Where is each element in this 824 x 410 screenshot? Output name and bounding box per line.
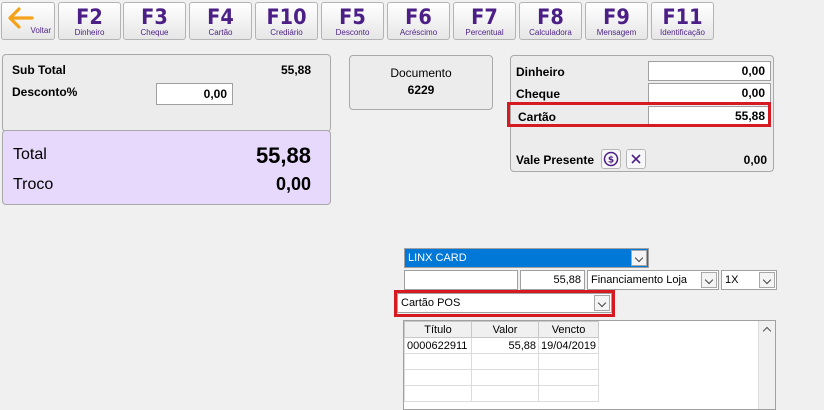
f4-cartao-button[interactable]: F4 Cartão <box>189 2 252 40</box>
card-amount-field[interactable]: 55,88 <box>520 270 585 290</box>
toolbar: Voltar F2 Dinheiro F3 Cheque F4 Cartão F… <box>0 0 824 42</box>
card-operator-select[interactable]: LINX CARD <box>404 248 649 268</box>
back-label: Voltar <box>30 26 51 35</box>
close-icon <box>631 154 641 164</box>
cash-field[interactable]: 0,00 <box>648 61 771 81</box>
table-row <box>404 353 762 370</box>
change-label: Troco <box>13 176 54 193</box>
document-panel: Documento 6229 <box>349 55 493 110</box>
grid-header-valor[interactable]: Valor <box>471 321 539 338</box>
cash-label: Dinheiro <box>516 65 565 79</box>
f9-mensagem-button[interactable]: F9 Mensagem <box>585 2 648 40</box>
chevron-down-icon[interactable] <box>701 272 717 288</box>
f6-acrescimo-button[interactable]: F6 Acréscimo <box>387 2 450 40</box>
back-button[interactable]: Voltar <box>1 2 55 40</box>
grid-header-titulo[interactable]: Título <box>404 321 472 338</box>
grid-header-vencto[interactable]: Vencto <box>537 321 600 338</box>
change-value: 0,00 <box>275 174 311 194</box>
terminal-highlight <box>394 290 615 317</box>
f11-identificacao-button[interactable]: F11 Identificação <box>651 2 714 40</box>
grid-cell-titulo: 0000622911 <box>404 337 472 354</box>
card-extra-field[interactable] <box>404 270 518 290</box>
card-operator-value: LINX CARD <box>408 252 467 264</box>
subtotal-value: 55,88 <box>280 63 311 77</box>
total-label: Total <box>13 146 47 163</box>
grid-header: Título Valor Vencto <box>404 321 762 338</box>
table-row <box>404 369 762 386</box>
gift-value: 0,00 <box>743 153 767 167</box>
grid-cell-valor: 55,88 <box>471 337 539 354</box>
plan-select[interactable]: Financiamento Loja <box>587 270 719 290</box>
card-row-highlight <box>507 102 771 127</box>
installments-value: 1X <box>725 274 739 286</box>
installments-grid: Título Valor Vencto 0000622911 55,88 19/… <box>403 320 776 410</box>
subtotal-label: Sub Total <box>12 63 66 77</box>
grid-cell-vencto: 19/04/2019 <box>537 337 600 354</box>
discount-field[interactable]: 0,00 <box>156 83 233 105</box>
gift-label: Vale Presente <box>516 153 595 167</box>
document-label: Documento <box>390 66 452 80</box>
chevron-down-icon[interactable] <box>759 272 775 288</box>
total-panel: Total 55,88 Troco 0,00 <box>2 130 331 205</box>
installments-select[interactable]: 1X <box>721 270 777 290</box>
document-number: 6229 <box>407 83 435 97</box>
f8-calculadora-button[interactable]: F8 Calculadora <box>519 2 582 40</box>
plan-value: Financiamento Loja <box>591 274 688 286</box>
clear-gift-button[interactable] <box>626 149 646 169</box>
discount-label: Desconto% <box>12 85 78 99</box>
chevron-down-icon[interactable] <box>631 250 647 266</box>
grid-scrollbar[interactable] <box>758 321 775 409</box>
table-row <box>404 385 762 402</box>
f7-percentual-button[interactable]: F7 Percentual <box>453 2 516 40</box>
f2-dinheiro-button[interactable]: F2 Dinheiro <box>58 2 121 40</box>
f3-cheque-button[interactable]: F3 Cheque <box>123 2 186 40</box>
table-row[interactable]: 0000622911 55,88 19/04/2019 <box>404 337 762 354</box>
scroll-up-icon[interactable] <box>759 321 776 337</box>
check-field[interactable]: 0,00 <box>648 83 771 103</box>
check-label: Cheque <box>516 87 561 101</box>
coin-icon: $ <box>603 151 619 167</box>
total-value: 55,88 <box>255 143 311 168</box>
gift-card-button[interactable]: $ <box>601 149 621 169</box>
subtotal-panel: Sub Total 55,88 Desconto% 0,00 <box>2 54 331 132</box>
svg-text:$: $ <box>608 156 614 166</box>
f10-crediario-button[interactable]: F10 Crediário <box>255 2 318 40</box>
f5-desconto-button[interactable]: F5 Desconto <box>321 2 384 40</box>
